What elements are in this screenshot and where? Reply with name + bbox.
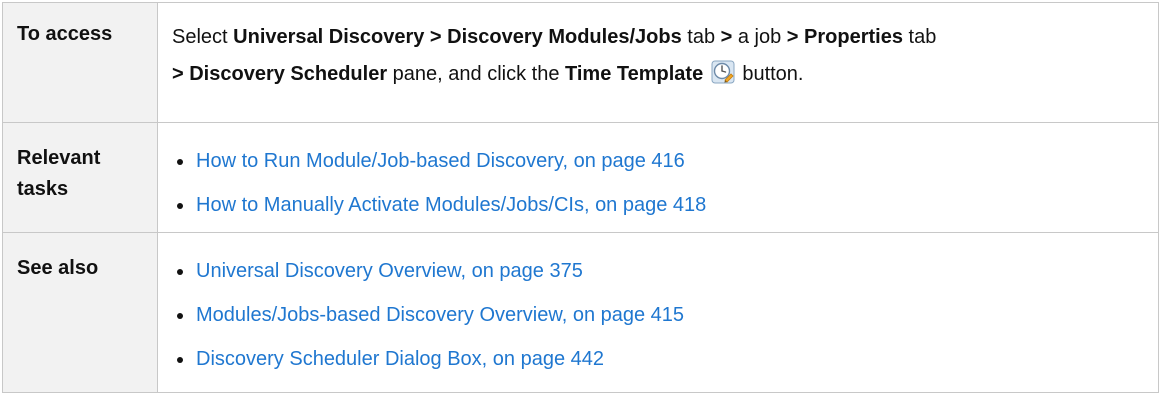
access-text-1: Select <box>172 26 234 48</box>
time-template-icon <box>711 60 735 84</box>
table-row-see-also: See also Universal Discovery Overview, o… <box>2 232 1159 393</box>
access-time-template: Time Template <box>565 63 704 85</box>
access-path-discovery-scheduler: > Discovery Scheduler <box>172 63 388 85</box>
row-label-see-also: See also <box>2 232 158 393</box>
link-modules-jobs-discovery-overview[interactable]: Modules/Jobs-based Discovery Overview, o… <box>196 304 684 326</box>
relevant-tasks-list: How to Run Module/Job-based Discovery, o… <box>172 143 1146 224</box>
access-path-properties: > Properties <box>786 26 903 48</box>
table-row-to-access: To access Select Universal Discovery > D… <box>2 2 1159 123</box>
list-item: How to Run Module/Job-based Discovery, o… <box>172 143 1146 180</box>
relevant-tasks-cell: How to Run Module/Job-based Discovery, o… <box>157 122 1159 233</box>
list-item: Modules/Jobs-based Discovery Overview, o… <box>172 297 1146 334</box>
access-text-5: pane, and click the <box>387 63 565 85</box>
row-label-relevant-tasks: Relevant tasks <box>2 122 158 233</box>
access-text-3: a job <box>732 26 787 48</box>
access-arrow: > <box>720 26 733 48</box>
access-text-4: tab <box>902 26 937 48</box>
list-item: Discovery Scheduler Dialog Box, on page … <box>172 341 1146 378</box>
access-instructions: Select Universal Discovery > Discovery M… <box>157 2 1159 123</box>
access-text-6: button. <box>736 63 804 85</box>
info-table: To access Select Universal Discovery > D… <box>2 2 1159 393</box>
access-text-2: tab <box>681 26 721 48</box>
link-discovery-scheduler-dialog[interactable]: Discovery Scheduler Dialog Box, on page … <box>196 348 604 370</box>
list-item: How to Manually Activate Modules/Jobs/CI… <box>172 187 1146 224</box>
table-row-relevant-tasks: Relevant tasks How to Run Module/Job-bas… <box>2 122 1159 233</box>
link-universal-discovery-overview[interactable]: Universal Discovery Overview, on page 37… <box>196 260 583 282</box>
see-also-list: Universal Discovery Overview, on page 37… <box>172 253 1146 378</box>
row-label-to-access: To access <box>2 2 158 123</box>
link-run-module-job-discovery[interactable]: How to Run Module/Job-based Discovery, o… <box>196 150 685 172</box>
link-manually-activate-modules[interactable]: How to Manually Activate Modules/Jobs/CI… <box>196 194 706 216</box>
access-path-universal-discovery: Universal Discovery > Discovery Modules/… <box>233 26 682 48</box>
list-item: Universal Discovery Overview, on page 37… <box>172 253 1146 290</box>
see-also-cell: Universal Discovery Overview, on page 37… <box>157 232 1159 393</box>
